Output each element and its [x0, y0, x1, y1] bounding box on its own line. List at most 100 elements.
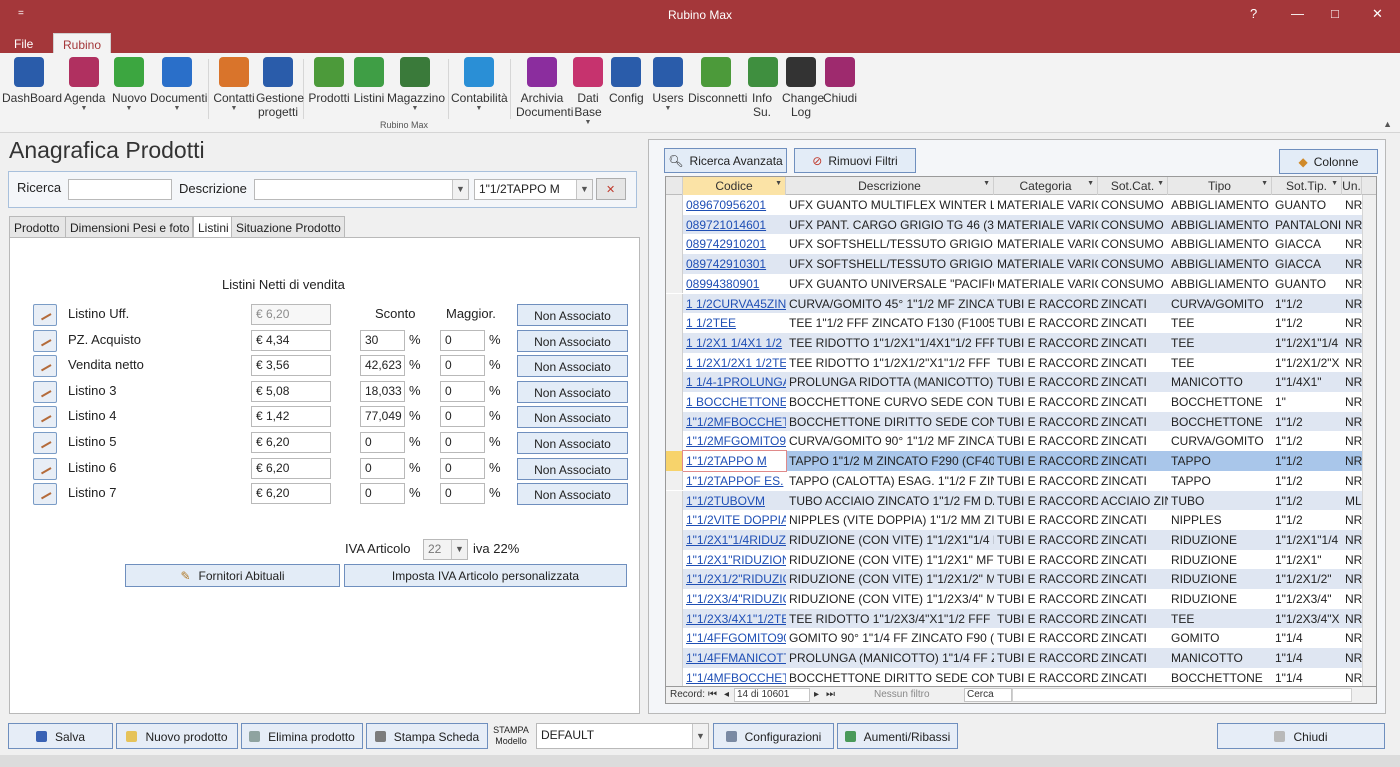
row-selector[interactable] [666, 431, 683, 452]
listino-edit-button[interactable] [33, 483, 57, 506]
table-row[interactable]: 1 1/2CURVA45ZINC CURVA/GOMITO 45° 1"1/2 M… [666, 293, 1376, 314]
table-row[interactable]: 1"1/2X1"RIDUZION RIDUZIONE (CON VITE) 1"1… [666, 549, 1376, 570]
non-associato-button[interactable]: Non Associato [517, 329, 628, 352]
product-code-link[interactable]: 1"1/2X1"1/4RIDUZI [683, 530, 786, 550]
column-header-categoria[interactable]: Categoria ▼ [994, 177, 1098, 195]
maggior-input[interactable]: 0 [440, 483, 485, 505]
imposta-iva-button[interactable]: Imposta IVA Articolo personalizzata [344, 564, 627, 587]
product-code-link[interactable]: 1"1/4MFBOCCHETT [683, 668, 786, 686]
column-header-sot-tip-[interactable]: Sot.Tip. ▼ [1272, 177, 1342, 195]
row-selector[interactable] [666, 254, 683, 274]
row-selector[interactable] [666, 313, 683, 333]
product-code-link[interactable]: 1"1/2X1/2"RIDUZIC [683, 569, 786, 589]
product-code-link[interactable]: 1"1/2TUBOVM [683, 491, 786, 511]
row-selector[interactable] [666, 667, 683, 686]
chevron-down-icon[interactable]: ▼ [212, 105, 256, 113]
listino-price-input[interactable]: € 6,20 [251, 304, 331, 325]
listino-edit-button[interactable] [33, 380, 57, 403]
sort-filter-icon[interactable]: ▼ [1261, 180, 1268, 187]
sort-filter-icon[interactable]: ▼ [983, 180, 990, 187]
chevron-down-icon[interactable]: ▼ [150, 105, 204, 113]
chevron-down-icon[interactable]: ▼ [692, 724, 708, 748]
table-row[interactable]: 1"1/4MFBOCCHETT BOCCHETTONE DIRITTO SEDE … [666, 667, 1376, 686]
maggior-input[interactable]: 0 [440, 406, 485, 428]
chevron-down-icon[interactable]: ▼ [112, 105, 146, 113]
product-code-link[interactable]: 1 1/2TEE [683, 313, 786, 333]
grid-search-input[interactable]: Cerca [964, 688, 1012, 702]
ribbon-button-config[interactable]: Config [609, 57, 644, 105]
column-header-tipo[interactable]: Tipo ▼ [1168, 177, 1272, 195]
row-selector[interactable] [666, 195, 683, 215]
non-associato-button[interactable]: Non Associato [517, 380, 628, 403]
ribbon-button-disconnetti[interactable]: Disconnetti [688, 57, 747, 105]
column-header-descrizione[interactable]: Descrizione ▼ [786, 177, 994, 195]
row-selector[interactable] [666, 372, 683, 392]
ribbon-button-nuovo[interactable]: Nuovo ▼ [112, 57, 147, 113]
descrizione-combo[interactable]: ▼ [254, 179, 469, 200]
listino-price-input[interactable]: € 1,42 [251, 406, 331, 428]
table-row[interactable]: 089670956201 UFX GUANTO MULTIFLEX WINTER … [666, 195, 1376, 215]
product-code-link[interactable]: 1"1/2MFBOCCHETT [683, 412, 786, 432]
chevron-down-icon[interactable]: ▼ [451, 105, 507, 113]
stampa-scheda-button[interactable]: Stampa Scheda [366, 723, 488, 749]
grid-select-all[interactable] [666, 177, 683, 195]
ribbon-button-chiudi[interactable]: Chiudi [823, 57, 857, 105]
configurazioni-button[interactable]: Configurazioni [713, 723, 834, 749]
row-selector[interactable] [666, 411, 683, 432]
product-code-link[interactable]: 1"1/4FFMANICOTTC [683, 648, 786, 668]
table-row[interactable]: 1 1/4-1PROLUNGA PROLUNGA RIDOTTA (MANICOT… [666, 372, 1376, 392]
table-row[interactable]: 1"1/2TUBOVM TUBO ACCIAIO ZINCATO 1"1/2 FM… [666, 490, 1376, 511]
row-selector[interactable] [666, 273, 683, 294]
product-code-link[interactable]: 1"1/2TAPPOF ES. [683, 471, 786, 491]
product-code-link[interactable]: 1"1/4FFGOMITO90 [683, 628, 786, 648]
maggior-input[interactable]: 0 [440, 380, 485, 402]
table-row[interactable]: 089742910201 UFX SOFTSHELL/TESSUTO GRIGIO… [666, 234, 1376, 255]
ribbon-button-archivia[interactable]: Archivia Documenti [516, 57, 573, 119]
sconto-input[interactable]: 0 [360, 457, 405, 479]
table-row[interactable]: 1"1/2VITE DOPPIA NIPPLES (VITE DOPPIA) 1"… [666, 510, 1376, 530]
elimina-prodotto-button[interactable]: Elimina prodotto [241, 723, 363, 749]
non-associato-button[interactable]: Non Associato [517, 406, 628, 429]
ribbon-button-listini[interactable]: Listini [352, 57, 386, 105]
tab-prodotto[interactable]: Prodotto [9, 216, 66, 238]
table-row[interactable]: 089742910301 UFX SOFTSHELL/TESSUTO GRIGIO… [666, 254, 1376, 274]
close-window-button[interactable]: ✕ [1372, 6, 1383, 22]
product-code-link[interactable]: 1 1/2CURVA45ZINC [683, 294, 786, 314]
product-code-link[interactable]: 1"1/2TAPPO M [682, 450, 787, 472]
ricerca-avanzata-button[interactable]: 🔍︎ Ricerca Avanzata [664, 148, 787, 173]
grid-vertical-scrollbar[interactable] [1362, 195, 1376, 686]
non-associato-button[interactable]: Non Associato [517, 304, 628, 326]
rimuovi-filtri-button[interactable]: ⊘ Rimuovi Filtri [794, 148, 916, 173]
ribbon-button-documenti[interactable]: Documenti ▼ [150, 57, 207, 113]
clear-search-button[interactable]: ✕ [596, 178, 626, 200]
maggior-input[interactable]: 0 [440, 329, 485, 351]
sort-filter-icon[interactable]: ▼ [775, 180, 782, 187]
ribbon-button-prodotti[interactable]: Prodotti [308, 57, 350, 105]
row-selector[interactable] [666, 332, 683, 353]
next-record-button[interactable]: ▸ [814, 689, 819, 700]
last-record-button[interactable]: ⏭ [826, 689, 835, 700]
product-code-link[interactable]: 1"1/2X1"RIDUZION [683, 550, 786, 570]
table-row[interactable]: 1"1/2TAPPO M TAPPO 1"1/2 M ZINCATO F290 (… [666, 450, 1376, 472]
sort-filter-icon[interactable]: ▼ [1157, 180, 1164, 187]
ribbon-button-dati[interactable]: Dati Base ▼ [573, 57, 603, 127]
product-code-link[interactable]: 1"1/2X3/4X1"1/2TE [683, 609, 786, 629]
sconto-input[interactable]: 0 [360, 483, 405, 505]
row-selector[interactable] [666, 214, 683, 235]
row-selector[interactable] [666, 470, 683, 491]
ribbon-button-dashboard[interactable]: DashBoard [2, 57, 62, 105]
non-associato-button[interactable]: Non Associato [517, 483, 628, 506]
table-row[interactable]: 1"1/2X3/4"RIDUZIC RIDUZIONE (CON VITE) 1"… [666, 589, 1376, 609]
tab-dimensioni-pesi-e-foto[interactable]: Dimensioni Pesi e foto [65, 216, 193, 238]
table-row[interactable]: 1"1/2MFGOMITO90 CURVA/GOMITO 90° 1"1/2 MF… [666, 431, 1376, 452]
ribbon-button-contabilit-[interactable]: Contabilità ▼ [451, 57, 508, 113]
chevron-down-icon[interactable]: ▼ [64, 105, 104, 113]
chiudi-button[interactable]: Chiudi [1217, 723, 1385, 749]
product-code-link[interactable]: 1"1/2X3/4"RIDUZIC [683, 589, 786, 609]
product-code-link[interactable]: 089670956201 [683, 195, 786, 215]
row-selector[interactable] [666, 293, 683, 314]
listino-edit-button[interactable] [33, 432, 57, 454]
sort-filter-icon[interactable]: ▼ [1331, 180, 1338, 187]
row-selector[interactable] [666, 589, 683, 609]
row-selector[interactable] [666, 529, 683, 550]
